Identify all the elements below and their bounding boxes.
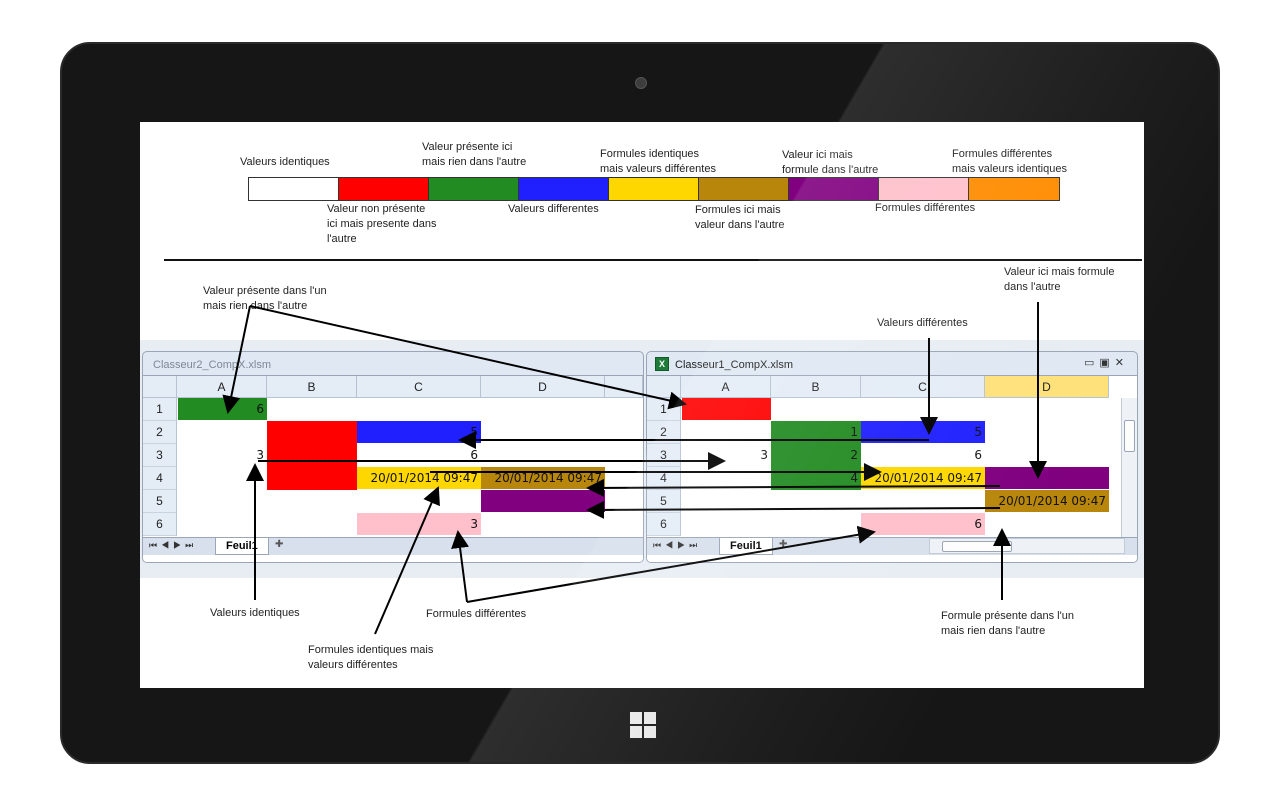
cell-c4[interactable]: 20/01/2014 09:47 xyxy=(861,467,985,489)
cell-c2[interactable]: 5 xyxy=(357,421,481,443)
row-header-5[interactable]: 5 xyxy=(143,490,177,513)
cell-c4[interactable]: 20/01/2014 09:47 xyxy=(357,467,481,489)
legend-swatch xyxy=(339,178,429,200)
column-header-b[interactable]: B xyxy=(267,376,357,398)
spreadsheet-grid[interactable]: A B C D 1 2 3 4 5 6 6 5 3 6 20/01/2014 0… xyxy=(143,375,643,562)
row-header-4[interactable]: 4 xyxy=(143,467,177,490)
annotation-value-in-one: Valeur présente dans l'un mais rien dans… xyxy=(203,285,327,312)
left-workbook-window[interactable]: Classeur2_CompX.xlsm A B C D 1 2 3 4 5 6… xyxy=(142,351,644,563)
annotation-same-formulas: Formules identiques mais valeurs différe… xyxy=(308,644,434,671)
vertical-scrollbar[interactable] xyxy=(1121,398,1137,537)
legend-label-different-values: Valeurs differentes xyxy=(508,203,599,215)
column-header-d[interactable]: D xyxy=(481,376,605,398)
windows-logo-icon[interactable] xyxy=(630,712,656,738)
legend-swatch xyxy=(249,178,339,200)
cell-b3[interactable]: 2 xyxy=(771,444,861,466)
column-header-a[interactable]: A xyxy=(177,376,267,398)
window-title: Classeur2_CompX.xlsm xyxy=(153,359,271,371)
legend-label-same-formula: Formules identiques mais valeurs différe… xyxy=(600,148,716,175)
cell-c2[interactable]: 5 xyxy=(861,421,985,443)
legend-label-identical: Valeurs identiques xyxy=(240,156,330,168)
camera-icon xyxy=(635,77,647,89)
legend-label-value-here: Valeur ici mais formule dans l'autre xyxy=(782,149,879,176)
select-all-corner[interactable] xyxy=(143,376,177,398)
annotation-identical-values: Valeurs identiques xyxy=(210,607,300,619)
cell-b2[interactable]: 1 xyxy=(771,421,861,443)
annotation-formula-in-one: Formule présente dans l'un mais rien dan… xyxy=(941,610,1074,637)
window-controls[interactable]: ▭▣✕ xyxy=(1084,356,1129,369)
row-header-1[interactable]: 1 xyxy=(647,398,681,421)
cell-c3[interactable]: 6 xyxy=(861,444,985,466)
column-header-e[interactable] xyxy=(605,376,643,398)
legend-swatch xyxy=(969,178,1059,200)
cell-a3[interactable]: 3 xyxy=(682,444,771,466)
insert-sheet-icon[interactable]: ✚ xyxy=(275,539,293,553)
legend-swatch xyxy=(699,178,789,200)
window-title: Classeur1_CompX.xlsm xyxy=(675,359,793,371)
right-workbook-window[interactable]: X Classeur1_CompX.xlsm ▭▣✕ A B C D 1 2 3… xyxy=(646,351,1138,563)
row-header-1[interactable]: 1 xyxy=(143,398,177,421)
cell-a1[interactable] xyxy=(682,398,771,420)
cell-d5[interactable] xyxy=(481,490,605,512)
row-header-6[interactable]: 6 xyxy=(647,513,681,536)
legend-swatch xyxy=(609,178,699,200)
spreadsheet-grid[interactable]: A B C D 1 2 3 4 5 6 1 2 4 5 3 6 20/01/20… xyxy=(647,375,1137,562)
cell-d5[interactable]: 20/01/2014 09:47 xyxy=(985,490,1109,512)
divider xyxy=(164,259,1142,261)
sheet-tab[interactable]: Feuil1 xyxy=(719,538,773,555)
row-header-3[interactable]: 3 xyxy=(143,444,177,467)
cell-d4[interactable] xyxy=(985,467,1109,489)
legend-swatch xyxy=(789,178,879,200)
cell-b4[interactable]: 4 xyxy=(771,467,861,489)
sheet-nav-arrows[interactable]: ⏮◀▶⏭ xyxy=(149,540,197,551)
horizontal-scrollbar[interactable] xyxy=(929,538,1125,554)
screen: Valeurs identiques Valeur non présente i… xyxy=(140,122,1144,688)
column-header-c[interactable]: C xyxy=(861,376,985,398)
insert-sheet-icon[interactable]: ✚ xyxy=(779,539,797,553)
column-header-c[interactable]: C xyxy=(357,376,481,398)
legend-label-missing: Valeur non présente ici mais presente da… xyxy=(327,203,437,245)
cell-a1[interactable]: 6 xyxy=(178,398,267,420)
cell-c6[interactable]: 3 xyxy=(357,513,481,535)
cell-c6[interactable]: 6 xyxy=(861,513,985,535)
row-header-5[interactable]: 5 xyxy=(647,490,681,513)
row-header-4[interactable]: 4 xyxy=(647,467,681,490)
cell-b2-b4[interactable] xyxy=(267,421,357,490)
scrollbar-thumb[interactable] xyxy=(942,541,1012,552)
legend-swatch xyxy=(429,178,519,200)
row-header-2[interactable]: 2 xyxy=(647,421,681,444)
column-header-d[interactable]: D xyxy=(985,376,1109,398)
annotation-value-vs-formula: Valeur ici mais formule dans l'autre xyxy=(1004,266,1115,293)
excel-icon: X xyxy=(655,357,669,371)
cell-c3[interactable]: 6 xyxy=(357,444,481,466)
row-header-2[interactable]: 2 xyxy=(143,421,177,444)
legend-label-formula-here: Formules ici mais valeur dans l'autre xyxy=(695,204,785,231)
legend-label-different-formulas: Formules différentes xyxy=(875,202,976,214)
column-header-b[interactable]: B xyxy=(771,376,861,398)
tablet-frame: Valeurs identiques Valeur non présente i… xyxy=(60,42,1220,764)
legend-label-diff-formula-same-value: Formules différentes mais valeurs identi… xyxy=(952,148,1067,175)
select-all-corner[interactable] xyxy=(647,376,681,398)
scrollbar-thumb[interactable] xyxy=(1124,420,1135,452)
row-header-6[interactable]: 6 xyxy=(143,513,177,536)
sheet-tab[interactable]: Feuil1 xyxy=(215,538,269,555)
legend-swatch xyxy=(519,178,609,200)
row-header-3[interactable]: 3 xyxy=(647,444,681,467)
legend-label-present-only: Valeur présente ici mais rien dans l'aut… xyxy=(422,141,527,168)
sheet-tab-bar: ⏮◀▶⏭ Feuil1 ✚ xyxy=(647,537,1137,555)
cell-d4[interactable]: 20/01/2014 09:47 xyxy=(481,467,605,489)
sheet-tab-bar: ⏮◀▶⏭ Feuil1 ✚ xyxy=(143,537,643,555)
legend-swatch xyxy=(879,178,969,200)
annotation-different-formulas: Formules différentes xyxy=(426,608,527,620)
annotation-different-values: Valeurs différentes xyxy=(877,317,968,329)
column-header-a[interactable]: A xyxy=(681,376,771,398)
sheet-nav-arrows[interactable]: ⏮◀▶⏭ xyxy=(653,540,701,551)
color-legend xyxy=(248,177,1060,201)
cell-a3[interactable]: 3 xyxy=(178,444,267,466)
